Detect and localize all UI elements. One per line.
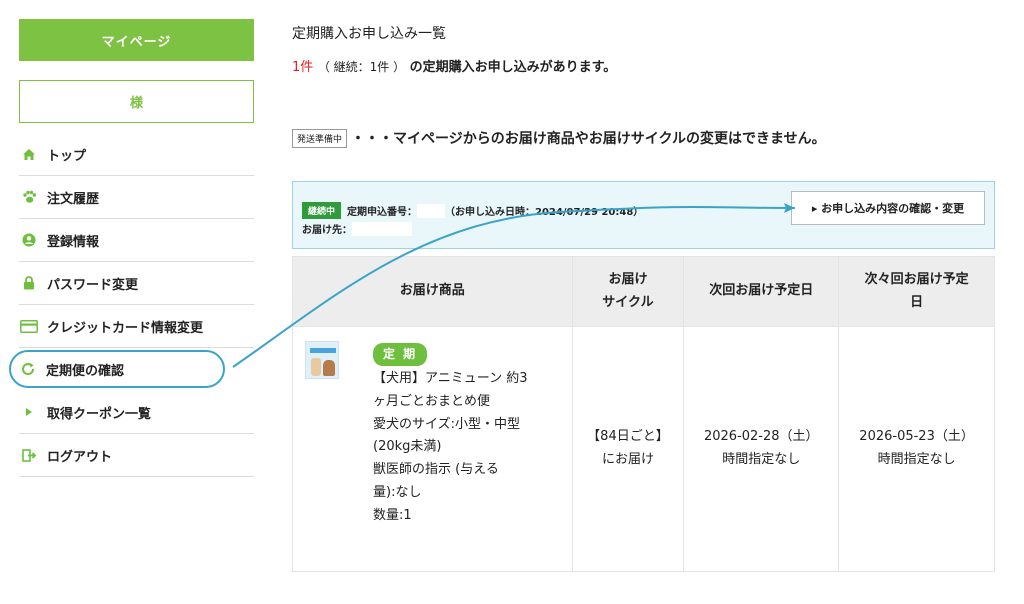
col-cycle: お届け サイクル — [571, 256, 685, 327]
sidebar-nav: トップ 注文履歴 登録情報 パスワード変更 クレジットカード情報変更 定期便の確… — [9, 133, 254, 477]
sidebar-item-password[interactable]: パスワード変更 — [19, 262, 254, 305]
status-legend: 発送準備中 ・・・マイページからのお届け商品やお届けサイクルの変更はできません。 — [292, 128, 826, 148]
preparing-shipment-tag: 発送準備中 — [292, 128, 348, 148]
logout-icon — [20, 448, 38, 462]
user-name-box: 様 — [19, 80, 254, 123]
product-details: 【犬用】アニミューン 約3 ヶ月ごとおまとめ便 愛犬のサイズ:小型・中型 (20… — [373, 368, 563, 527]
sidebar-item-subscription[interactable]: 定期便の確認 — [9, 348, 254, 391]
sidebar-item-label: 登録情報 — [47, 234, 100, 250]
sidebar-item-label: クレジットカード情報変更 — [47, 320, 204, 336]
contract-number-label: 定期申込番号： — [347, 207, 418, 218]
home-icon — [20, 148, 38, 161]
user-circle-icon — [20, 233, 38, 247]
col-next-date: 次回お届け予定日 — [683, 256, 840, 327]
product-cell: 定 期 【犬用】アニミューン 約3 ヶ月ごとおまとめ便 愛犬のサイズ:小型・中型… — [292, 326, 573, 572]
contract-row: 継続中 定期申込番号： （お申し込み日時：2024/07/29 20:48） — [302, 202, 643, 219]
table-row: 定 期 【犬用】アニミューン 約3 ヶ月ごとおまとめ便 愛犬のサイズ:小型・中型… — [292, 326, 995, 572]
sidebar-item-label: 取得クーポン一覧 — [47, 406, 152, 422]
product-thumbnail[interactable] — [305, 341, 339, 379]
legend-text: ・・・マイページからのお届け商品やお届けサイクルの変更はできません。 — [351, 131, 826, 147]
subscription-summary: 1件 （ 継続：1件 ） の定期購入お申し込みがあります。 — [292, 56, 616, 75]
delivery-cycle: 【84日ごと】 にお届け — [571, 326, 685, 572]
status-badge: 継続中 — [302, 202, 342, 219]
sidebar-item-registration[interactable]: 登録情報 — [19, 219, 254, 262]
summary-count: 1件 — [292, 60, 314, 75]
contract-number-value — [417, 203, 446, 218]
subscription-badge: 定 期 — [373, 343, 428, 366]
contract-info-box: 継続中 定期申込番号： （お申し込み日時：2024/07/29 20:48） お… — [292, 181, 995, 249]
summary-breakdown: （ 継続：1件 ） — [317, 60, 406, 74]
next-next-delivery-date: 2026-05-23（土） 時間指定なし — [838, 326, 995, 572]
table-header-row: お届け商品 お届け サイクル 次回お届け予定日 次々回お届け予定 日 — [292, 256, 995, 327]
sidebar-item-top[interactable]: トップ — [19, 133, 254, 176]
mypage-button[interactable]: マイページ — [19, 19, 254, 61]
summary-text: の定期購入お申し込みがあります。 — [409, 60, 617, 75]
refresh-icon — [19, 362, 37, 376]
sidebar-item-credit-card[interactable]: クレジットカード情報変更 — [19, 305, 254, 348]
product-description: 【犬用】アニミューン 約3 ヶ月ごとおまとめ便 愛犬のサイズ:小型・中型 (20… — [373, 371, 528, 523]
sidebar-item-label: 定期便の確認 — [46, 363, 125, 379]
sidebar-item-coupons[interactable]: 取得クーポン一覧 — [19, 391, 254, 434]
confirm-change-button[interactable]: ▸ お申し込み内容の確認・変更 — [791, 191, 985, 225]
paw-icon — [20, 190, 38, 204]
sidebar-item-logout[interactable]: ログアウト — [19, 434, 254, 477]
lock-icon — [20, 276, 38, 290]
sidebar-item-label: パスワード変更 — [47, 277, 139, 293]
col-next-next-date: 次々回お届け予定 日 — [838, 256, 995, 327]
active-highlight[interactable]: 定期便の確認 — [9, 350, 225, 388]
credit-card-icon — [20, 319, 38, 333]
delivery-address-value — [352, 221, 412, 236]
page-title: 定期購入お申し込み一覧 — [292, 26, 446, 42]
next-delivery-date: 2026-02-28（土） 時間指定なし — [683, 326, 840, 572]
sidebar-item-label: 注文履歴 — [47, 191, 100, 207]
delivery-row: お届け先： — [302, 221, 412, 236]
col-product: お届け商品 — [292, 256, 573, 327]
applied-at: （お申し込み日時：2024/07/29 20:48） — [445, 207, 644, 218]
sidebar-item-label: ログアウト — [47, 449, 113, 465]
delivery-label: お届け先： — [302, 225, 352, 236]
triangle-right-icon — [20, 407, 38, 417]
subscription-table: お届け商品 お届け サイクル 次回お届け予定日 次々回お届け予定 日 定 期 【… — [292, 256, 995, 572]
sidebar-item-label: トップ — [47, 148, 87, 164]
sidebar-item-order-history[interactable]: 注文履歴 — [19, 176, 254, 219]
